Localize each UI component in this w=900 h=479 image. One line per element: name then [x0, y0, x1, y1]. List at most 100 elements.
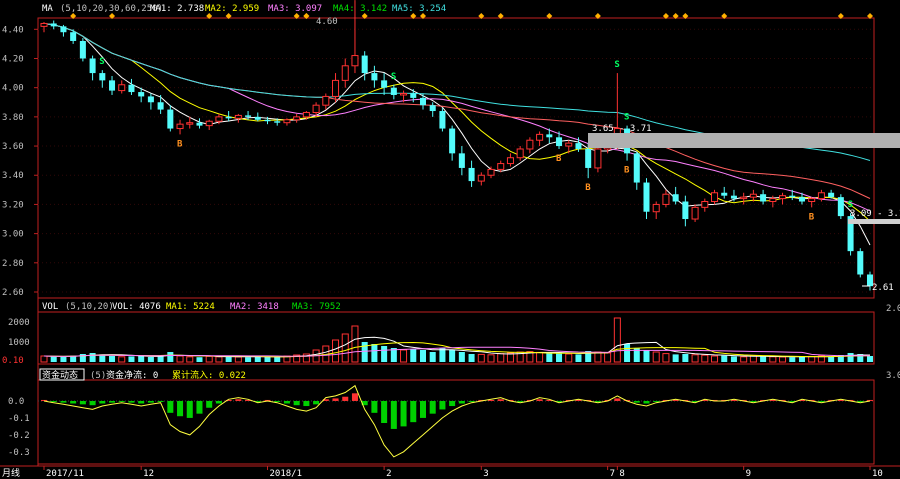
volume-bar-17[interactable] — [205, 355, 213, 363]
buy-signal-2[interactable]: B — [585, 183, 591, 193]
indicator-bar-38 — [410, 400, 417, 423]
volume-bar-59[interactable] — [613, 317, 621, 363]
volume-bar-34[interactable] — [371, 344, 378, 362]
volume-bar-13[interactable] — [167, 352, 174, 362]
buy-signal-3[interactable]: B — [624, 166, 630, 176]
volume-bar-74[interactable] — [760, 356, 767, 362]
volume-bar-31[interactable] — [341, 333, 349, 363]
indicator-name[interactable]: 资金动态 — [42, 369, 78, 381]
vol-indicator-name[interactable]: VOL — [42, 302, 58, 312]
buy-signal-0[interactable]: B — [177, 139, 183, 149]
volume-bar-11[interactable] — [147, 357, 154, 362]
sell-signal-4[interactable]: S — [624, 113, 629, 123]
volume-bar-35[interactable] — [381, 346, 388, 362]
volume-bar-63[interactable] — [652, 351, 660, 363]
volume-bar-0[interactable] — [40, 355, 48, 363]
candle-4[interactable] — [79, 38, 86, 62]
volume-bar-42[interactable] — [449, 350, 456, 362]
date-label-8: 10 — [872, 469, 883, 479]
candle-82[interactable] — [837, 194, 844, 220]
volume-bar-1[interactable] — [50, 356, 57, 362]
volume-bar-54[interactable] — [565, 353, 573, 363]
peak-label: 4.60 — [316, 17, 338, 27]
volume-bar-9[interactable] — [128, 356, 135, 362]
indicator-bar-28 — [313, 400, 320, 405]
volume-bar-39[interactable] — [419, 350, 427, 362]
volume-bar-22[interactable] — [254, 356, 261, 362]
volume-bar-46[interactable] — [487, 354, 495, 363]
volume-bar-10[interactable] — [138, 356, 145, 362]
volume-bar-75[interactable] — [769, 356, 777, 363]
volume-bar-37[interactable] — [400, 349, 408, 363]
range1-band — [588, 133, 900, 148]
volume-bar-16[interactable] — [196, 357, 203, 362]
volume-bar-47[interactable] — [497, 353, 505, 363]
volume-bar-30[interactable] — [332, 339, 340, 363]
volume-bar-7[interactable] — [109, 356, 116, 362]
volume-bar-2[interactable] — [60, 356, 67, 362]
volume-bar-52[interactable] — [546, 353, 553, 362]
candle-41[interactable] — [439, 108, 446, 132]
volume-bar-85[interactable] — [866, 356, 874, 362]
sell-signal-1[interactable]: S — [391, 72, 396, 82]
buy-signal-4[interactable]: B — [809, 212, 815, 222]
volume-bar-81[interactable] — [828, 356, 835, 362]
volume-bar-18[interactable] — [215, 356, 223, 363]
volume-bar-60[interactable] — [624, 344, 631, 362]
volume-bar-66[interactable] — [682, 354, 689, 362]
volume-bar-43[interactable] — [458, 352, 465, 362]
volume-bar-58[interactable] — [604, 352, 612, 363]
volume-bar-51[interactable] — [536, 351, 544, 363]
indicator-bar-32 — [351, 393, 358, 401]
volume-bar-65[interactable] — [672, 354, 679, 362]
volume-bar-5[interactable] — [89, 353, 96, 362]
volume-bar-64[interactable] — [662, 353, 670, 363]
price-indicator-name[interactable]: MA — [42, 4, 53, 14]
volume-bar-71[interactable] — [730, 356, 737, 362]
sell-signal-0[interactable]: S — [99, 57, 104, 67]
volume-bar-21[interactable] — [245, 357, 252, 362]
indicator-bar-13 — [167, 400, 174, 413]
candle-67[interactable] — [691, 204, 699, 222]
price-tick-7: 3.00 — [2, 230, 24, 240]
volume-bar-83[interactable] — [847, 353, 854, 362]
volume-bar-78[interactable] — [798, 356, 805, 362]
volume-bar-15[interactable] — [186, 356, 194, 363]
indicator-bar-20 — [235, 399, 242, 401]
indicator-item1: 资金净流: 0 — [106, 369, 158, 381]
volume-bar-40[interactable] — [429, 352, 436, 362]
volume-bar-55[interactable] — [575, 354, 582, 362]
volume-bar-38[interactable] — [410, 349, 417, 362]
buy-signal-1[interactable]: B — [556, 154, 562, 164]
volume-bar-32[interactable] — [351, 325, 359, 363]
candle-57[interactable] — [594, 146, 602, 173]
price-tick-6: 3.20 — [2, 200, 24, 210]
volume-bar-45[interactable] — [477, 353, 485, 363]
indicator-bar-24 — [274, 400, 281, 402]
volume-bar-14[interactable] — [176, 355, 184, 363]
kline-chart[interactable]: 4.40 4.20 4.00 3.80 3.60 3.40 3.20 3.00 2.80 2.60… — [0, 0, 900, 479]
price-tick-9: 2.60 — [2, 288, 24, 298]
volume-bar-77[interactable] — [789, 357, 796, 362]
volume-bar-62[interactable] — [643, 350, 650, 362]
volume-bar-73[interactable] — [749, 355, 757, 363]
candle-84[interactable] — [857, 248, 864, 278]
volume-bar-70[interactable] — [721, 355, 728, 362]
period-label[interactable]: 月线 — [2, 467, 20, 479]
volume-bar-69[interactable] — [711, 355, 719, 363]
volume-bar-68[interactable] — [701, 354, 709, 363]
indicator-bar-84 — [857, 400, 864, 402]
indicator-bar-0 — [40, 399, 48, 401]
indicator-bar-37 — [400, 400, 407, 427]
volume-bar-72[interactable] — [740, 356, 748, 363]
price-tick-4: 3.60 — [2, 142, 24, 152]
volume-bar-76[interactable] — [779, 356, 787, 363]
sell-signal-3[interactable]: S — [614, 60, 619, 70]
volume-bar-33[interactable] — [361, 342, 368, 362]
volume-bar-53[interactable] — [556, 353, 563, 362]
volume-bar-20[interactable] — [234, 356, 242, 363]
volume-bar-67[interactable] — [691, 354, 699, 363]
volume-bar-8[interactable] — [118, 356, 126, 363]
volume-bar-44[interactable] — [468, 354, 475, 362]
volume-bar-24[interactable] — [274, 357, 281, 362]
